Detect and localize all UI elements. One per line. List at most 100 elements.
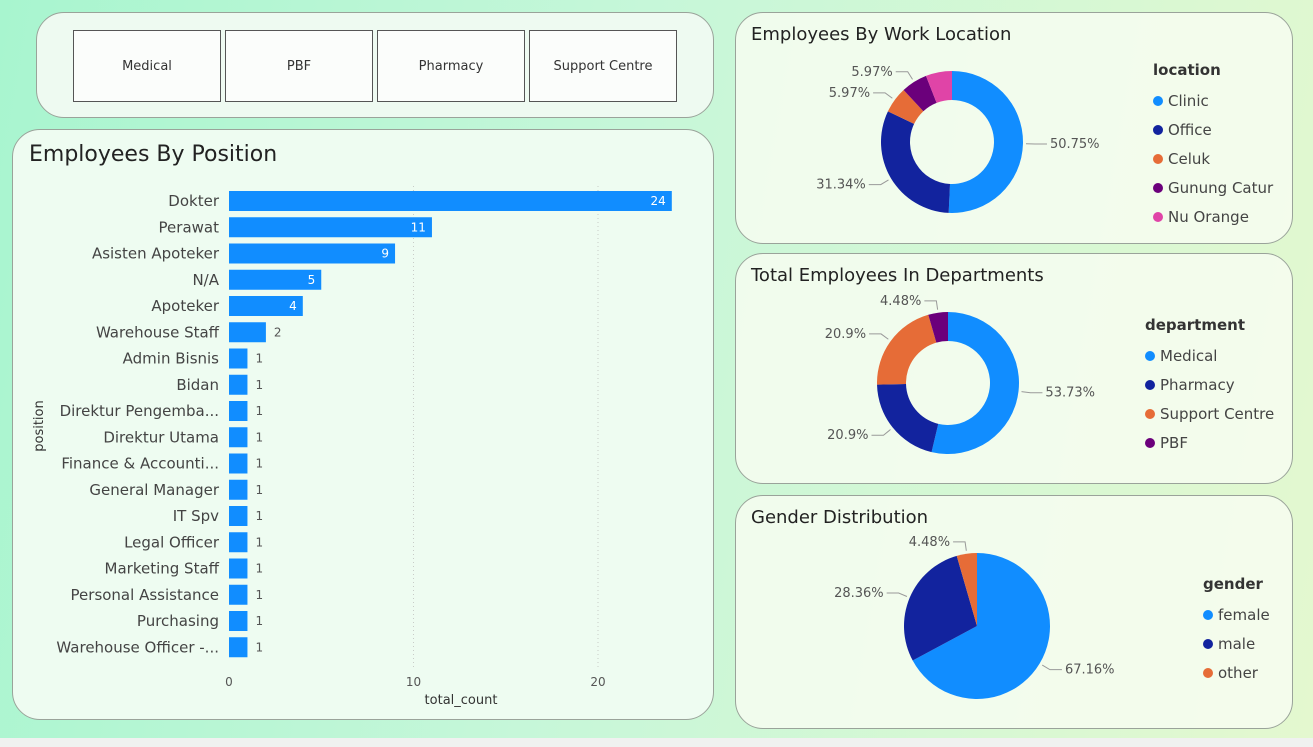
data-label: 5 xyxy=(308,273,316,287)
slicer-button-pharmacy[interactable]: Pharmacy xyxy=(377,30,525,102)
bar-warehouse-officer[interactable] xyxy=(229,637,248,658)
data-label: 1 xyxy=(255,483,263,497)
legend-label: Gunung Catur xyxy=(1168,178,1274,197)
bar-legal-officer[interactable] xyxy=(229,532,248,553)
bar-admin-bisnis[interactable] xyxy=(229,348,248,369)
data-label: 9 xyxy=(381,247,389,261)
legend-item-male[interactable]: male xyxy=(1203,629,1270,658)
legend-item-medical[interactable]: Medical xyxy=(1145,341,1274,370)
slice-value-label: 5.97% xyxy=(851,65,892,80)
bar-direktur-pengemba[interactable] xyxy=(229,401,248,421)
x-tick-label: 0 xyxy=(225,675,233,689)
legend-marker xyxy=(1153,95,1163,106)
data-label: 2 xyxy=(274,325,282,339)
gender-distribution-card: Gender Distribution 67.16% 28.36% 4.48% ge… xyxy=(735,495,1293,729)
y-tick-label: Dokter xyxy=(168,192,220,210)
leader-line xyxy=(869,333,889,340)
bar-marketing-staff[interactable] xyxy=(229,558,248,579)
slicer-button-support-centre[interactable]: Support Centre xyxy=(529,30,677,102)
legend-item-female[interactable]: female xyxy=(1203,600,1270,629)
legend-marker xyxy=(1153,124,1163,135)
department-slicer: Medical PBF Pharmacy Support Centre xyxy=(36,12,714,118)
bar-warehouse-staff[interactable] xyxy=(229,322,266,343)
leader-line xyxy=(924,300,939,310)
bar-it-spv[interactable] xyxy=(229,506,248,526)
employees-by-location-card: Employees By Work Location 50.75% 31.34% 5… xyxy=(735,12,1293,244)
y-tick-label: Asisten Apoteker xyxy=(92,245,220,263)
slicer-button-medical[interactable]: Medical xyxy=(73,30,221,102)
slice-support-centre[interactable] xyxy=(877,314,937,385)
bar-personal-assistance[interactable] xyxy=(229,584,248,605)
legend-label: female xyxy=(1218,605,1270,624)
legend-label: Nu Orange xyxy=(1168,207,1249,226)
x-axis-label: total_count xyxy=(425,693,498,708)
legend-item-clinic[interactable]: Clinic xyxy=(1153,86,1273,115)
legend-title: gender xyxy=(1203,575,1263,593)
legend-item-pharmacy[interactable]: Pharmacy xyxy=(1145,370,1274,399)
data-label: 1 xyxy=(255,457,263,471)
legend-item-support-centre[interactable]: Support Centre xyxy=(1145,399,1274,428)
y-tick-label: Direktur Pengemba... xyxy=(60,402,219,420)
x-tick-label: 10 xyxy=(406,675,421,689)
legend-marker xyxy=(1153,182,1163,193)
y-tick-label: Admin Bisnis xyxy=(123,350,220,368)
y-tick-label: Warehouse Officer -... xyxy=(56,638,219,656)
bar-general-manager[interactable] xyxy=(229,479,248,500)
y-tick-label: Perawat xyxy=(159,218,220,236)
leader-line xyxy=(1041,664,1062,671)
legend-marker xyxy=(1145,350,1155,361)
data-label: 1 xyxy=(255,404,263,418)
data-label: 1 xyxy=(255,352,263,366)
bar-purchasing[interactable] xyxy=(229,611,248,631)
slice-value-label: 53.73% xyxy=(1045,386,1095,401)
data-label: 1 xyxy=(255,509,263,523)
leader-line xyxy=(1021,391,1043,394)
slice-office[interactable] xyxy=(881,111,951,213)
legend-item-nu-orange[interactable]: Nu Orange xyxy=(1153,202,1273,231)
slice-value-label: 20.9% xyxy=(827,428,868,443)
bar-asisten-apoteker[interactable] xyxy=(229,243,396,264)
legend-label: PBF xyxy=(1160,433,1188,452)
legend-item-celuk[interactable]: Celuk xyxy=(1153,144,1273,173)
legend-item-office[interactable]: Office xyxy=(1153,115,1273,144)
slicer-button-pbf[interactable]: PBF xyxy=(225,30,373,102)
legend-item-gunung-catur[interactable]: Gunung Catur xyxy=(1153,173,1273,202)
data-label: 1 xyxy=(255,614,263,628)
legend-label: Celuk xyxy=(1168,149,1211,168)
bar-bidan[interactable] xyxy=(229,374,248,395)
legend-label: male xyxy=(1218,634,1256,653)
data-label: 1 xyxy=(255,378,263,392)
bar-finance-accounti[interactable] xyxy=(229,453,248,474)
bar-direktur-utama[interactable] xyxy=(229,427,248,448)
employees-by-position-card: Employees By Position Dokter 24 Perawat 11 A… xyxy=(12,129,714,720)
leader-line xyxy=(871,429,891,436)
gender-legend: gender female male other xyxy=(1203,575,1270,687)
slice-value-label: 5.97% xyxy=(829,86,870,101)
leader-line xyxy=(886,592,908,597)
position-bar-chart: Dokter 24Perawat 11Asisten Apoteker 9N/A 5Ap… xyxy=(32,186,672,708)
y-axis-label: position xyxy=(32,400,47,452)
y-tick-label: Legal Officer xyxy=(124,533,220,551)
legend-label: Pharmacy xyxy=(1160,375,1235,394)
bar-dokter[interactable] xyxy=(229,191,672,211)
legend-item-other[interactable]: other xyxy=(1203,658,1270,687)
legend-label: Clinic xyxy=(1168,91,1209,110)
bar-perawat[interactable] xyxy=(229,217,432,238)
legend-marker xyxy=(1145,408,1155,419)
location-legend: location Clinic Office Celuk Gunung Catur Nu … xyxy=(1153,61,1273,231)
legend-marker xyxy=(1153,211,1163,222)
y-tick-label: Marketing Staff xyxy=(105,560,220,578)
department-legend: department Medical Pharmacy Support Centre P… xyxy=(1145,316,1274,457)
legend-marker xyxy=(1153,153,1163,164)
slice-value-label: 20.9% xyxy=(825,327,866,342)
slice-value-label: 50.75% xyxy=(1050,137,1100,152)
slice-pharmacy[interactable] xyxy=(877,383,939,453)
y-tick-label: Personal Assistance xyxy=(71,586,219,604)
slice-clinic[interactable] xyxy=(948,71,1023,214)
data-label: 1 xyxy=(255,640,263,654)
legend-item-pbf[interactable]: PBF xyxy=(1145,428,1274,457)
legend-title: department xyxy=(1145,316,1245,334)
leader-line xyxy=(953,541,967,551)
y-tick-label: Direktur Utama xyxy=(103,428,219,446)
legend-marker xyxy=(1145,437,1155,448)
